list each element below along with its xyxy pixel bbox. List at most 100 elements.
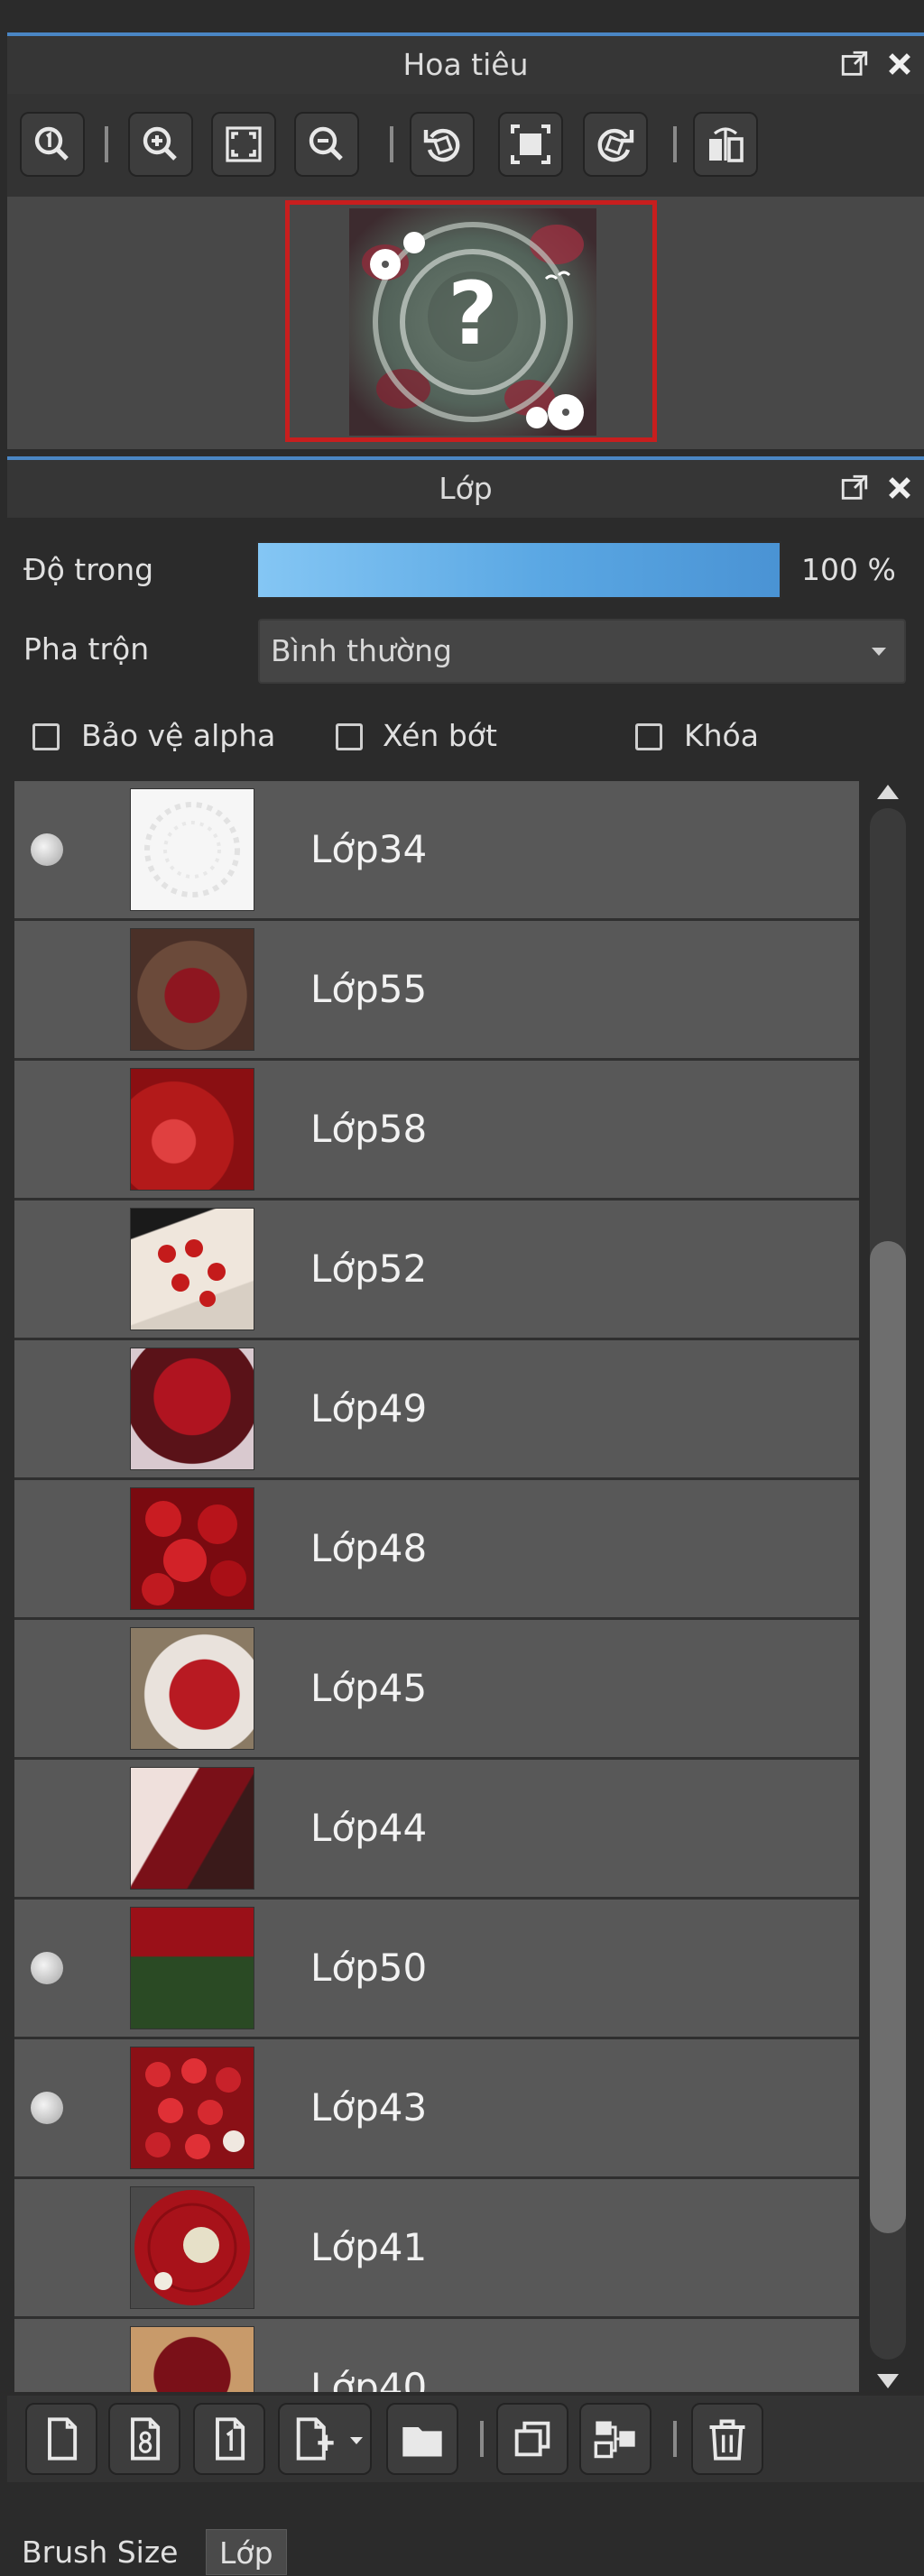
layer-thumbnail [130,1348,254,1470]
flip-horizontal-icon [709,127,744,162]
new-1bit-layer-icon [216,2417,245,2461]
zoom-in-icon [143,126,177,161]
layer-name: Lớp45 [310,1666,428,1710]
layer-name: Lớp52 [310,1247,428,1291]
duplicate-layer-button[interactable] [496,2403,568,2475]
flip-horizontal-button[interactable] [693,112,758,177]
layer-thumbnail [130,2186,254,2309]
layer-row[interactable]: Lớp52 [14,1201,859,1340]
layer-row[interactable]: Lớp45 [14,1620,859,1760]
zoom-out-icon [309,126,343,161]
tab-layers[interactable]: Lớp [206,2529,287,2575]
rotate-right-button[interactable] [583,112,648,177]
layer-row[interactable]: Lớp49 [14,1340,859,1480]
layer-row[interactable]: Lớp48 [14,1480,859,1620]
layer-name: Lớp41 [310,2225,428,2269]
new-layer-icon [48,2417,78,2461]
scroll-down-icon[interactable] [877,2374,899,2388]
layers-title: Lớp [439,471,493,506]
new-layer-button[interactable] [25,2403,97,2475]
layer-row[interactable]: Lớp55 [14,921,859,1061]
zoom-actual-button[interactable] [20,112,85,177]
layer-list-scrollbar[interactable] [864,781,911,2392]
tab-brush-size[interactable]: Brush Size [22,2529,178,2575]
blend-mode-select[interactable]: Bình thường [258,619,906,684]
layer-thumbnail [130,2326,254,2392]
new-8bit-layer-button[interactable] [108,2403,180,2475]
add-image-layer-button[interactable] [278,2403,372,2475]
visibility-dot-icon[interactable] [31,833,63,866]
chevron-down-icon [872,648,886,656]
visibility-dot-icon[interactable] [31,2092,63,2124]
layer-name: Lớp44 [310,1806,428,1850]
lock-label: Khóa [684,718,759,753]
folder-icon [402,2427,442,2457]
delete-layer-button[interactable] [691,2403,763,2475]
navigator-preview[interactable]: ? [7,197,924,449]
layer-thumbnail [130,1487,254,1610]
scroll-up-icon[interactable] [877,785,899,799]
layer-thumbnail [130,1208,254,1330]
new-folder-button[interactable] [386,2403,458,2475]
navigator-toolbar [7,94,924,197]
duplicate-layer-icon [514,2421,550,2457]
zoom-in-button[interactable] [128,112,193,177]
layers-header: Lớp [7,456,924,518]
layers-toolbar [7,2396,924,2482]
clipping-checkbox[interactable] [336,723,363,750]
opacity-label: Độ trong [23,552,154,587]
layer-name: Lớp40 [310,2365,428,2392]
merge-layer-button[interactable] [579,2403,651,2475]
scroll-thumb[interactable] [870,1241,906,2233]
layer-name: Lớp55 [310,967,428,1011]
opacity-slider[interactable] [256,541,781,599]
protect-alpha-checkbox[interactable] [32,723,60,750]
layer-thumbnail [130,1627,254,1750]
rotate-left-button[interactable] [410,112,475,177]
fullscreen-button[interactable] [498,112,563,177]
visibility-dot-icon[interactable] [31,1952,63,1984]
preview-mark: ? [448,263,498,364]
layer-thumbnail [130,1767,254,1890]
undock-icon[interactable] [839,49,870,79]
panel-tabs: Brush Size Lớp [0,2529,924,2575]
zoom-out-button[interactable] [294,112,359,177]
layer-row[interactable]: Lớp41 [14,2179,859,2319]
clipping-label: Xén bớt [383,718,497,753]
fit-screen-button[interactable] [211,112,276,177]
chevron-down-icon [350,2437,363,2444]
undock-icon[interactable] [839,473,870,503]
top-edge [0,0,924,32]
canvas-thumbnail: ? [349,208,596,436]
close-icon[interactable] [884,473,915,503]
layer-list: Lớp34 Lớp55 Lớp58 Lớp52 Lớp49 Lớp48 Lớp4… [14,781,859,2392]
zoom-actual-icon [34,126,69,161]
layer-name: Lớp49 [310,1386,428,1431]
layer-thumbnail [130,928,254,1051]
layer-name: Lớp34 [310,827,428,871]
lock-checkbox[interactable] [635,723,662,750]
layer-row[interactable]: Lớp43 [14,2039,859,2179]
toolbar-separator [390,126,393,162]
layer-row[interactable]: Lớp58 [14,1061,859,1201]
layer-row[interactable]: Lớp34 [14,781,859,921]
protect-alpha-label: Bảo vệ alpha [81,718,276,753]
add-image-layer-icon [296,2417,334,2461]
layer-row[interactable]: Lớp50 [14,1900,859,2039]
merge-layer-icon [594,2421,635,2459]
new-1bit-layer-button[interactable] [193,2403,265,2475]
close-icon[interactable] [884,49,915,79]
blend-mode-value: Bình thường [271,633,452,668]
layer-row[interactable]: Lớp44 [14,1760,859,1900]
fit-screen-icon [226,126,262,162]
fullscreen-icon [511,124,550,164]
new-8bit-layer-icon [131,2417,161,2461]
layer-thumbnail [130,2047,254,2169]
navigator-title: Hoa tiêu [402,47,529,82]
layer-thumbnail [130,1907,254,2029]
layer-row[interactable]: Lớp40 [14,2319,859,2392]
viewport-frame[interactable]: ? [285,200,657,442]
layer-name: Lớp48 [310,1526,428,1570]
blend-label: Pha trộn [23,631,150,667]
opacity-value: 100 % [801,552,896,587]
